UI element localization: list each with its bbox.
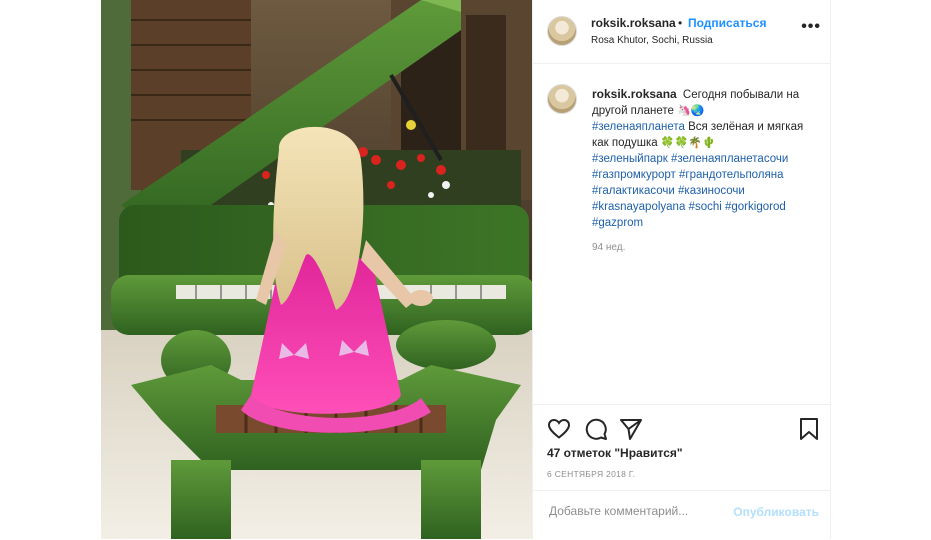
- hashtag-link[interactable]: #зеленаяпланетасочи: [671, 153, 788, 165]
- hashtag-link[interactable]: #зеленаяпланета: [592, 121, 685, 133]
- bookmark-icon[interactable]: [797, 417, 821, 441]
- comment-bar: Опубликовать: [533, 490, 831, 540]
- more-options-icon[interactable]: •••: [801, 18, 821, 36]
- hashtag-link[interactable]: #галактикасочи: [592, 185, 675, 197]
- location-link[interactable]: Rosa Khutor, Sochi, Russia: [591, 35, 713, 46]
- hashtag-link[interactable]: #зеленыйпарк: [592, 153, 668, 165]
- unicorn-globe-emoji-icon: 🦄🌏: [677, 105, 705, 117]
- post-date: 6 СЕНТЯБРЯ 2018 Г.: [547, 469, 636, 479]
- grass-piano-photo: [101, 0, 532, 539]
- comment-input[interactable]: [547, 503, 731, 519]
- hashtag-link[interactable]: #газпромкурорт: [592, 169, 676, 181]
- hashtag-link[interactable]: #грандотельполяна: [679, 169, 784, 181]
- publish-button[interactable]: Опубликовать: [733, 505, 819, 519]
- comment-icon[interactable]: [584, 417, 608, 441]
- hashtag-link[interactable]: #krasnayapolyana: [592, 201, 685, 213]
- follow-button[interactable]: Подписаться: [688, 16, 766, 30]
- hashtag-link[interactable]: #gazprom: [592, 217, 643, 229]
- instagram-post: roksik.roksana • Подписаться Rosa Khutor…: [101, 0, 831, 539]
- post-photo[interactable]: [101, 0, 532, 539]
- action-bar: [533, 404, 831, 447]
- hashtag-link[interactable]: #sochi: [689, 201, 722, 213]
- caption-avatar[interactable]: [547, 84, 577, 114]
- author-avatar[interactable]: [547, 16, 577, 46]
- caption-time-ago[interactable]: 94 нед.: [592, 242, 625, 253]
- hashtag-link[interactable]: #gorkigorod: [725, 201, 786, 213]
- follow-separator: •: [678, 16, 683, 30]
- author-username[interactable]: roksik.roksana: [591, 16, 676, 30]
- plants-emoji-icon: 🍀🍀🌴🌵: [660, 137, 716, 149]
- caption-username[interactable]: roksik.roksana: [592, 87, 677, 101]
- share-icon[interactable]: [619, 417, 643, 441]
- post-header: roksik.roksana • Подписаться Rosa Khutor…: [533, 0, 831, 64]
- likes-count[interactable]: 47 отметок "Нравится": [547, 446, 683, 460]
- caption-text: roksik.roksana Сегодня побывали на друго…: [592, 86, 822, 231]
- post-sidebar: roksik.roksana • Подписаться Rosa Khutor…: [532, 0, 831, 539]
- heart-icon[interactable]: [547, 417, 571, 441]
- hashtag-link[interactable]: #казиносочи: [678, 185, 745, 197]
